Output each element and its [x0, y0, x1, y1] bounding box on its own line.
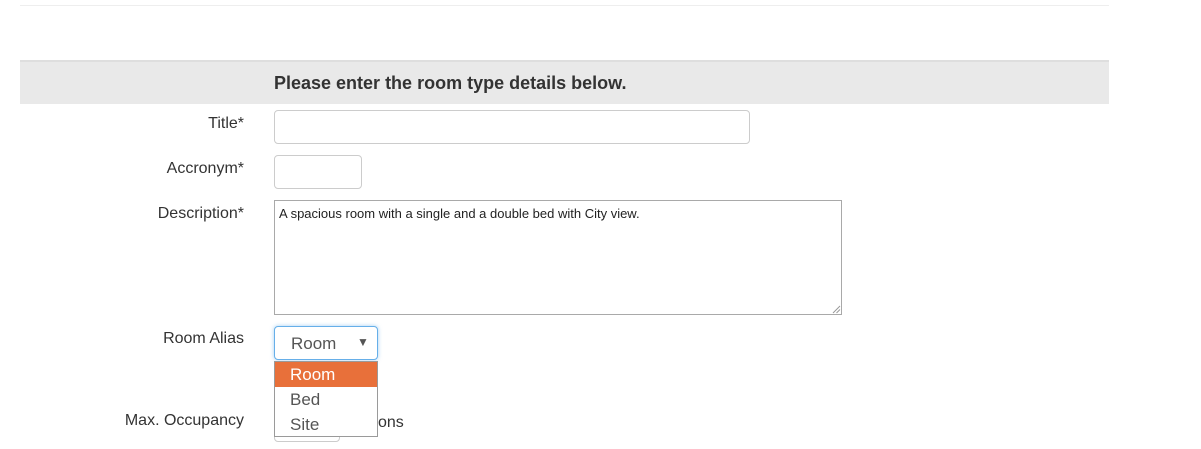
resize-grip-icon[interactable]	[832, 305, 841, 314]
acronym-input[interactable]	[274, 155, 362, 189]
room-alias-dropdown: Room Bed Site	[274, 361, 378, 437]
room-alias-selected-value: Room	[291, 334, 337, 353]
form-section-header: Please enter the room type details below…	[20, 60, 1109, 104]
description-wrapper	[274, 200, 842, 315]
dropdown-option-room[interactable]: Room	[275, 362, 377, 387]
room-alias-label: Room Alias	[163, 330, 244, 347]
triangle-down-icon: ▼	[357, 335, 369, 349]
description-label: Description*	[157, 205, 244, 222]
max-occupancy-label: Max. Occupancy	[124, 412, 244, 429]
room-alias-select[interactable]: Room ▼	[274, 326, 378, 360]
title-label: Title*	[208, 115, 244, 132]
description-textarea[interactable]	[274, 200, 842, 315]
max-occupancy-suffix-text: ons	[378, 414, 404, 431]
title-input[interactable]	[274, 110, 750, 144]
top-divider	[20, 5, 1109, 6]
max-occupancy-suffix: ons	[378, 414, 404, 432]
acronym-label: Accronym*	[166, 160, 244, 177]
dropdown-option-site[interactable]: Site	[275, 412, 377, 437]
form-heading: Please enter the room type details below…	[274, 73, 627, 93]
dropdown-option-bed[interactable]: Bed	[275, 387, 377, 412]
